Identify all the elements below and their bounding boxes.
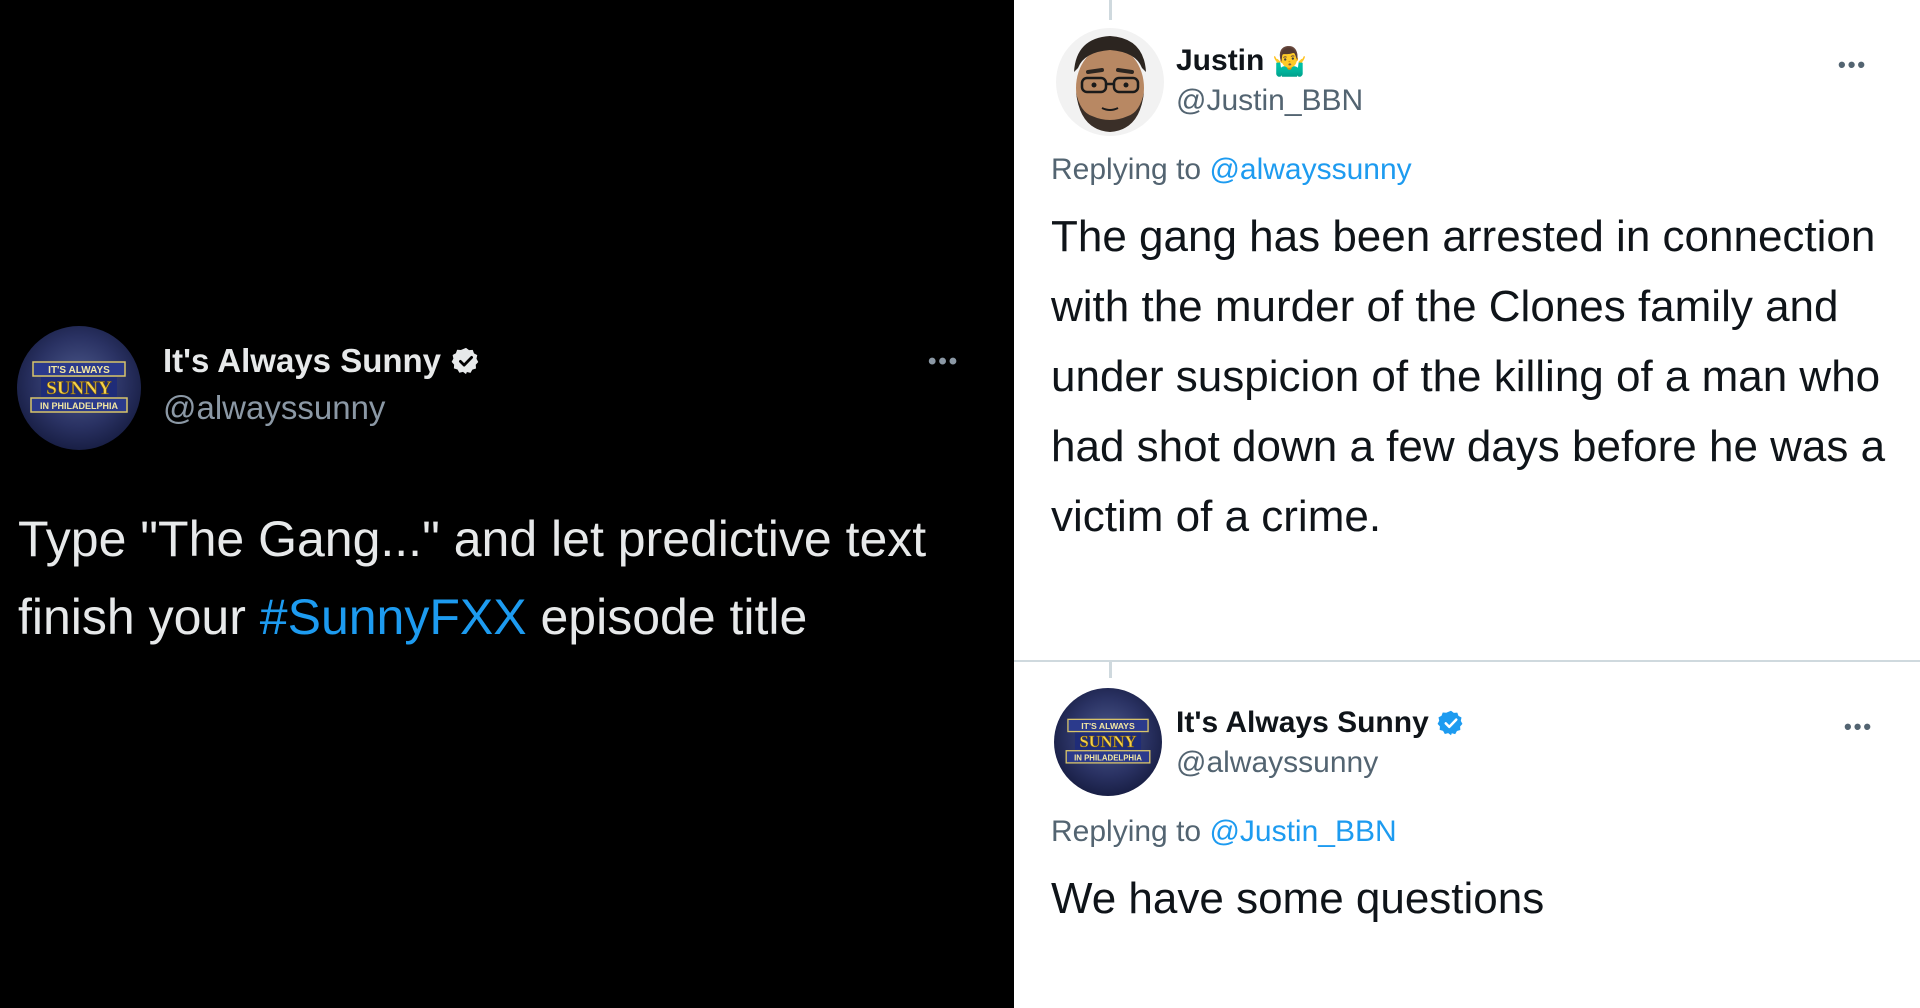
- avatar[interactable]: IT'S ALWAYS SUNNY IN PHILADELPHIA: [17, 326, 141, 450]
- author-name-row[interactable]: Justin 🤷‍♂️: [1176, 44, 1307, 78]
- avatar-logo-line-1: IT'S ALWAYS: [48, 365, 110, 376]
- divider: [1014, 660, 1920, 662]
- avatar[interactable]: IT'S ALWAYS SUNNY IN PHILADELPHIA: [1054, 688, 1162, 796]
- original-tweet[interactable]: IT'S ALWAYS SUNNY IN PHILADELPHIA It's A…: [0, 0, 1014, 1008]
- screenshot-collage: IT'S ALWAYS SUNNY IN PHILADELPHIA It's A…: [0, 0, 1920, 1008]
- thread-connector-line: [1109, 0, 1112, 20]
- more-options-icon[interactable]: •••: [928, 348, 959, 376]
- replying-to-label: Replying to: [1051, 815, 1202, 848]
- author-name[interactable]: It's Always Sunny: [1176, 706, 1429, 740]
- avatar-logo-line-2: SUNNY: [1080, 732, 1137, 751]
- verified-badge-icon: [1437, 709, 1465, 737]
- author-name-row[interactable]: It's Always Sunny: [163, 342, 481, 380]
- replying-to-line: Replying to @Justin_BBN: [1051, 815, 1397, 849]
- shrug-emoji-icon: 🤷‍♂️: [1272, 45, 1308, 77]
- avatar-logo-line-3: IN PHILADELPHIA: [1074, 753, 1142, 762]
- more-options-icon[interactable]: •••: [1844, 714, 1873, 740]
- verified-badge-icon: [451, 346, 481, 376]
- author-name-row[interactable]: It's Always Sunny: [1176, 706, 1465, 740]
- tweet-text: Type "The Gang..." and let predictive te…: [18, 500, 1003, 656]
- more-options-icon[interactable]: •••: [1838, 52, 1867, 78]
- mention-link[interactable]: @Justin_BBN: [1209, 815, 1396, 848]
- reply-text: The gang has been arrested in connection…: [1051, 212, 1886, 541]
- avatar-logo-line-2: SUNNY: [46, 378, 112, 399]
- reply-thread: Justin 🤷‍♂️ @Justin_BBN ••• Replying to …: [1014, 0, 1920, 1008]
- author-handle[interactable]: @alwayssunny: [1176, 746, 1378, 780]
- sunny-logo-avatar: IT'S ALWAYS SUNNY IN PHILADELPHIA: [1054, 688, 1162, 796]
- author-name[interactable]: It's Always Sunny: [163, 342, 441, 380]
- replying-to-label: Replying to: [1051, 153, 1202, 186]
- author-handle[interactable]: @alwayssunny: [163, 389, 385, 427]
- avatar[interactable]: [1056, 28, 1164, 136]
- thread-connector-line: [1109, 662, 1112, 678]
- tweet-text-end: episode title: [526, 589, 808, 645]
- author-name[interactable]: Justin: [1176, 44, 1264, 78]
- avatar-logo-line-1: IT'S ALWAYS: [1081, 721, 1135, 731]
- avatar-logo-line-3: IN PHILADELPHIA: [40, 401, 119, 411]
- sunny-logo-avatar: IT'S ALWAYS SUNNY IN PHILADELPHIA: [17, 326, 141, 450]
- author-handle[interactable]: @Justin_BBN: [1176, 84, 1363, 118]
- mention-link[interactable]: @alwayssunny: [1209, 153, 1411, 186]
- bitmoji-avatar-icon: [1056, 28, 1164, 136]
- hashtag-link[interactable]: #SunnyFXX: [260, 589, 527, 645]
- reply-text: We have some questions: [1051, 874, 1545, 923]
- replying-to-line: Replying to @alwayssunny: [1051, 153, 1412, 187]
